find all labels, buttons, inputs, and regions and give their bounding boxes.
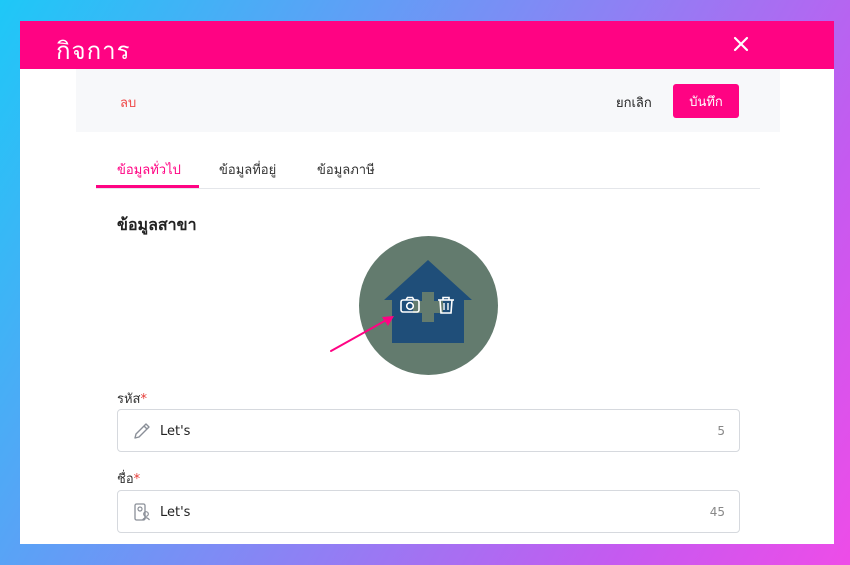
camera-icon[interactable] — [399, 294, 421, 316]
pointer-arrow — [330, 316, 394, 352]
tab-address-info[interactable]: ข้อมูลที่อยู่ — [219, 159, 276, 189]
name-char-counter: 45 — [709, 505, 725, 519]
modal-dialog: กิจการ ลบ ยกเลิก บันทึก ข้อมูลทั่วไป ข้อ… — [20, 21, 834, 544]
name-label: ชื่อ* — [117, 472, 141, 487]
active-tab-indicator — [96, 185, 199, 188]
code-char-counter: 5 — [717, 424, 725, 438]
close-icon[interactable] — [730, 33, 752, 55]
name-field[interactable]: 45 — [117, 490, 740, 533]
code-field[interactable]: 5 — [117, 409, 740, 452]
id-badge-icon — [132, 502, 152, 526]
code-label: รหัส* — [117, 392, 147, 407]
action-bar: ลบ ยกเลิก บันทึก — [76, 69, 780, 132]
save-button[interactable]: บันทึก — [673, 84, 739, 118]
cancel-button[interactable]: ยกเลิก — [616, 92, 652, 113]
name-input[interactable] — [160, 501, 680, 523]
modal-header: กิจการ — [20, 21, 834, 69]
code-input[interactable] — [160, 420, 680, 442]
section-title: ข้อมูลสาขา — [117, 215, 197, 234]
tab-tax-info[interactable]: ข้อมูลภาษี — [317, 159, 375, 189]
pencil-icon — [132, 421, 152, 445]
trash-icon[interactable] — [435, 294, 457, 316]
modal-title: กิจการ — [56, 37, 131, 65]
tab-bar: ข้อมูลทั่วไป ข้อมูลที่อยู่ ข้อมูลภาษี — [96, 151, 760, 189]
delete-button[interactable]: ลบ — [120, 92, 136, 113]
